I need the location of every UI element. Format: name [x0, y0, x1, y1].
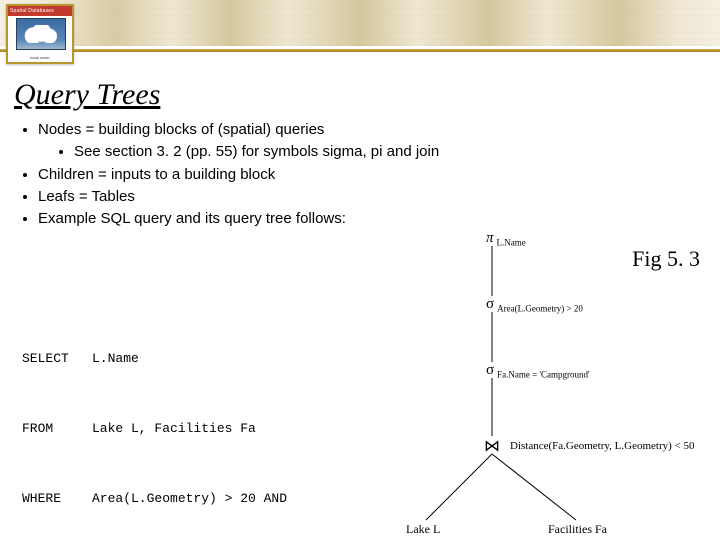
- sql-keyword-where: WHERE: [22, 487, 92, 510]
- bullet-leafs: Leafs = Tables: [38, 187, 680, 207]
- sql-from-tables: Lake L, Facilities Fa: [92, 417, 256, 440]
- sigma1-subscript: Area(L.Geometry) > 20: [497, 303, 583, 313]
- sql-from-line: FROMLake L, Facilities Fa: [22, 417, 388, 440]
- sql-keyword-select: SELECT: [22, 347, 92, 370]
- node-pi: π L.Name: [486, 230, 526, 247]
- pi-symbol: π: [486, 230, 494, 246]
- bullet-text: Nodes = building blocks of (spatial) que…: [38, 121, 324, 138]
- tree-edges: [380, 232, 720, 540]
- sigma-symbol: σ: [486, 362, 494, 378]
- join-symbol: ⋈: [484, 438, 500, 455]
- sigma-symbol: σ: [486, 296, 494, 312]
- banner-underline: [0, 49, 720, 52]
- sql-select-cols: L.Name: [92, 347, 139, 370]
- sql-where-line-1: WHEREArea(L.Geometry) > 20 AND: [22, 487, 388, 510]
- bullet-text: See section 3. 2 (pp. 55) for symbols si…: [74, 143, 439, 160]
- logo-cloud: [23, 25, 57, 43]
- bullet-see-section: See section 3. 2 (pp. 55) for symbols si…: [74, 142, 680, 162]
- node-sigma-name: σ Fa.Name = 'Campground': [486, 362, 590, 379]
- node-join: ⋈: [484, 436, 500, 456]
- bullet-text: Example SQL query and its query tree fol…: [38, 210, 346, 227]
- logo-tile: Spatial Databases book cover: [6, 4, 74, 64]
- query-tree: π L.Name σ Area(L.Geometry) > 20 σ Fa.Na…: [380, 232, 720, 540]
- leaf-lake: Lake L: [406, 522, 440, 537]
- sql-where-1: Area(L.Geometry) > 20 AND: [92, 487, 287, 510]
- edge-join-right: [492, 454, 576, 520]
- sql-block: SELECTL.Name FROMLake L, Facilities Fa W…: [22, 300, 388, 540]
- pi-subscript: L.Name: [497, 237, 526, 247]
- slide: Spatial Databases book cover Query Trees…: [0, 0, 720, 540]
- bullet-list: Nodes = building blocks of (spatial) que…: [20, 118, 680, 231]
- logo-cloud-box: [16, 18, 66, 50]
- sql-select-line: SELECTL.Name: [22, 347, 388, 370]
- bullet-text: Leafs = Tables: [38, 188, 135, 205]
- sigma2-subscript: Fa.Name = 'Campground': [497, 369, 590, 379]
- page-title: Query Trees: [14, 78, 160, 112]
- sql-keyword-from: FROM: [22, 417, 92, 440]
- banner-background: [0, 0, 720, 46]
- bullet-example: Example SQL query and its query tree fol…: [38, 209, 680, 229]
- bullet-text: Children = inputs to a building block: [38, 166, 275, 183]
- bullet-children: Children = inputs to a building block: [38, 165, 680, 185]
- logo-top-text: Spatial Databases: [10, 6, 54, 16]
- join-condition: Distance(Fa.Geometry, L.Geometry) < 50: [510, 440, 695, 452]
- bullet-nodes: Nodes = building blocks of (spatial) que…: [38, 120, 680, 163]
- node-sigma-area: σ Area(L.Geometry) > 20: [486, 296, 583, 313]
- edge-join-left: [426, 454, 492, 520]
- banner: [0, 0, 720, 52]
- logo-caption: book cover: [8, 55, 72, 60]
- leaf-facilities: Facilities Fa: [548, 522, 607, 537]
